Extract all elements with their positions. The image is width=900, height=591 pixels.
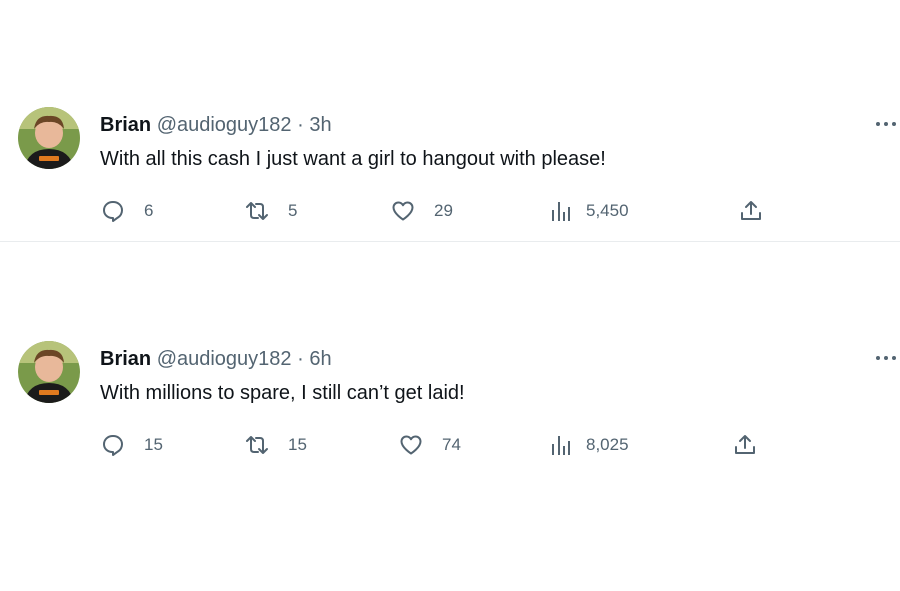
reply-button[interactable]: 15 bbox=[100, 430, 163, 460]
reply-button[interactable]: 6 bbox=[100, 196, 153, 226]
like-icon bbox=[392, 201, 414, 221]
views-icon bbox=[552, 436, 570, 455]
avatar[interactable] bbox=[18, 107, 80, 169]
reply-count: 15 bbox=[144, 435, 163, 454]
user-handle[interactable]: @audioguy182 bbox=[157, 114, 292, 136]
tweet-text: With all this cash I just want a girl to… bbox=[100, 148, 606, 170]
separator-dot: · bbox=[297, 114, 304, 136]
avatar[interactable] bbox=[18, 341, 80, 403]
reply-count: 6 bbox=[144, 201, 154, 220]
share-button[interactable] bbox=[732, 430, 758, 460]
tweet-header: Brian @audioguy182 · 6h bbox=[100, 346, 332, 372]
like-button[interactable]: 29 bbox=[390, 196, 453, 226]
views-button[interactable]: 8,025 bbox=[548, 430, 629, 460]
reply-icon bbox=[103, 435, 123, 456]
more-icon[interactable] bbox=[872, 348, 900, 368]
views-count: 5,450 bbox=[586, 201, 629, 220]
share-icon bbox=[735, 435, 755, 454]
action-bar: 15 15 74 8,025 bbox=[0, 430, 900, 460]
like-count: 74 bbox=[442, 435, 461, 454]
share-icon bbox=[741, 201, 761, 220]
retweet-count: 15 bbox=[288, 435, 307, 454]
retweet-button[interactable]: 5 bbox=[244, 196, 297, 226]
tweet-divider bbox=[0, 241, 900, 242]
display-name[interactable]: Brian bbox=[100, 114, 151, 136]
display-name[interactable]: Brian bbox=[100, 348, 151, 370]
retweet-button[interactable]: 15 bbox=[244, 430, 307, 460]
retweet-count: 5 bbox=[288, 201, 298, 220]
like-button[interactable]: 74 bbox=[398, 430, 461, 460]
user-handle[interactable]: @audioguy182 bbox=[157, 348, 292, 370]
separator-dot: · bbox=[297, 348, 304, 370]
views-icon bbox=[552, 202, 570, 221]
tweet-header: Brian @audioguy182 · 3h bbox=[100, 112, 332, 138]
more-icon[interactable] bbox=[872, 114, 900, 134]
action-bar: 6 5 29 5,450 bbox=[0, 196, 900, 226]
share-button[interactable] bbox=[738, 196, 764, 226]
tweet-text: With millions to spare, I still can’t ge… bbox=[100, 382, 465, 404]
views-button[interactable]: 5,450 bbox=[548, 196, 629, 226]
timestamp[interactable]: 6h bbox=[309, 348, 331, 370]
reply-icon bbox=[103, 201, 123, 222]
retweet-icon bbox=[246, 436, 268, 454]
views-count: 8,025 bbox=[586, 435, 629, 454]
like-icon bbox=[400, 435, 422, 455]
timestamp[interactable]: 3h bbox=[309, 114, 331, 136]
retweet-icon bbox=[246, 202, 268, 220]
like-count: 29 bbox=[434, 201, 453, 220]
